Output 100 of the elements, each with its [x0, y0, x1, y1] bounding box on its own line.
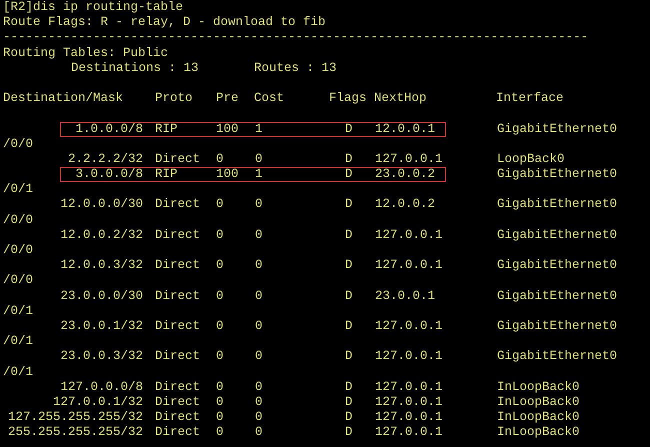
table-cell: D [345, 288, 353, 303]
table-cell: /0/1 [3, 182, 34, 198]
table-cell: InLoopBack0 [497, 394, 580, 410]
table-cell: GigabitEthernet0 [497, 288, 618, 304]
table-cell: 127.0.0.1 [375, 394, 443, 409]
table-cell: Direct [155, 197, 200, 212]
table-cell: 23.0.0.3/32 [60, 349, 143, 365]
table-cell: GigabitEthernet0 [497, 349, 618, 365]
table-cell: 127.0.0.0/8 [60, 380, 143, 395]
table-cell: InLoopBack0 [497, 425, 580, 440]
table-cell: 0 [255, 288, 263, 303]
table-cell: 23.0.0.1/32 [60, 318, 143, 334]
table-cell: LoopBack0 [497, 152, 565, 168]
table-cell: 100 [216, 167, 239, 182]
table-cell: InLoopBack0 [497, 380, 580, 395]
table-cell: RIP [155, 122, 178, 136]
table-cell: Direct [155, 380, 200, 394]
table-cell: 127.0.0.1 [375, 318, 443, 333]
table-cell: 0 [255, 425, 263, 440]
table-cell: 23.0.0.0/30 [60, 288, 143, 304]
table-cell: 12.0.0.3/32 [60, 258, 143, 274]
table-cell: D [345, 228, 353, 242]
flags-legend: Route Flags: R - relay, D - download to fib [3, 15, 326, 30]
table-cell: /0/1 [3, 364, 34, 380]
table-cell: D [345, 425, 353, 440]
table-cell: D [345, 122, 353, 136]
table-cell: 12.0.0.1 [375, 122, 436, 136]
table-cell: 127.255.255.255/32 [8, 410, 143, 426]
column-header: Flags [329, 91, 368, 106]
table-cell: RIP [155, 167, 178, 182]
table-cell: D [345, 349, 353, 364]
table-cell: 127.0.0.1 [375, 380, 443, 394]
table-cell: Direct [155, 349, 200, 364]
table-cell: 0 [255, 394, 263, 409]
table-cell: 12.0.0.2/32 [60, 228, 143, 244]
table-cell: 0 [216, 410, 224, 424]
table-cell: GigabitEthernet0 [497, 228, 618, 244]
table-cell: /0/0 [3, 243, 34, 258]
table-cell: Direct [155, 152, 200, 166]
table-cell: Direct [155, 425, 200, 440]
table-cell: 0 [255, 197, 263, 212]
table-cell: 0 [255, 258, 263, 272]
table-cell: 127.0.0.1 [375, 425, 443, 440]
table-cell: 0 [255, 410, 263, 424]
table-cell: Direct [155, 410, 200, 424]
table-cell: Direct [155, 228, 200, 242]
table-cell: 1.0.0.0/8 [75, 122, 143, 137]
table-cell: 100 [216, 122, 239, 136]
table-cell: 127.0.0.1/32 [52, 394, 143, 410]
table-cell: 0 [255, 228, 263, 242]
table-cell: 0 [255, 349, 263, 364]
command-line: [R2]dis ip routing-table [3, 0, 184, 16]
table-name: Routing Tables: Public [3, 46, 168, 61]
column-header: Interface [496, 91, 564, 106]
table-cell: 2.2.2.2/32 [68, 152, 143, 168]
table-cell: D [345, 318, 353, 333]
table-cell: 255.255.255.255/32 [8, 425, 143, 440]
table-cell: 1 [255, 122, 263, 136]
table-cell: D [345, 167, 353, 182]
table-cell: 0 [216, 380, 224, 394]
table-cell: 0 [216, 349, 224, 364]
table-cell: 3.0.0.0/8 [75, 167, 143, 182]
table-cell: 0 [216, 228, 224, 242]
table-cell: GigabitEthernet0 [497, 258, 618, 274]
column-header: Destination/Mask [3, 91, 124, 106]
routes-count: Routes : 13 [254, 60, 337, 76]
table-cell: 0 [216, 152, 224, 166]
table-cell: 12.0.0.0/30 [60, 197, 143, 213]
destinations-count: Destinations : 13 [71, 60, 200, 76]
table-cell: GigabitEthernet0 [497, 167, 618, 182]
separator-line: ------------------------------------------------------------------------------ [3, 30, 588, 46]
table-cell: /0/0 [3, 273, 34, 289]
table-cell: 127.0.0.1 [375, 258, 443, 272]
table-cell: /0/0 [3, 136, 34, 152]
table-cell: 127.0.0.1 [375, 228, 443, 242]
table-cell: 0 [255, 318, 263, 333]
table-cell: GigabitEthernet0 [497, 197, 618, 213]
table-cell: 127.0.0.1 [375, 410, 443, 424]
table-cell: D [345, 394, 353, 409]
table-cell: 1 [255, 167, 263, 182]
table-cell: 0 [216, 258, 224, 272]
table-cell: GigabitEthernet0 [497, 318, 618, 334]
table-cell: 0 [216, 288, 224, 303]
table-cell: 0 [216, 394, 224, 409]
column-header: Pre [216, 91, 240, 106]
table-cell: 23.0.0.1 [375, 288, 436, 303]
table-cell: Direct [155, 394, 200, 409]
column-header: NextHop [374, 91, 428, 106]
table-cell: D [345, 410, 353, 424]
table-cell: D [345, 380, 353, 394]
table-cell: D [345, 152, 353, 166]
table-cell: /0/0 [3, 212, 34, 228]
column-header: Proto [155, 91, 194, 106]
table-cell: 0 [216, 318, 224, 333]
table-cell: 0 [255, 152, 263, 166]
table-cell: D [345, 258, 353, 272]
table-cell: /0/1 [3, 334, 34, 350]
table-cell: 23.0.0.2 [375, 167, 436, 182]
table-cell: Direct [155, 318, 200, 333]
table-cell: 0 [216, 197, 224, 212]
